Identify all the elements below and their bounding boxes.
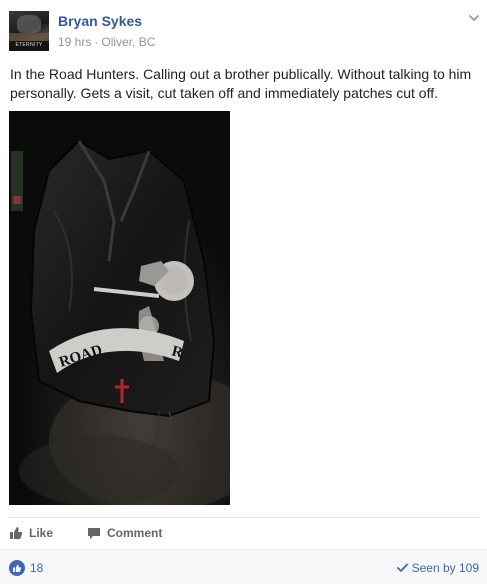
like-reaction-icon[interactable] <box>9 560 25 576</box>
comment-button[interactable]: Comment <box>87 525 162 541</box>
seen-by-label: Seen by 109 <box>411 561 479 575</box>
post-location[interactable]: Oliver, BC <box>101 35 155 49</box>
like-count[interactable]: 18 <box>30 561 43 575</box>
leather-vest-photo-icon: ROAD R <box>9 111 230 505</box>
meta-separator: · <box>94 35 99 49</box>
comment-icon <box>88 528 100 539</box>
feed-post: ETERNITY Bryan Sykes 19 hrs · Oliver, BC I… <box>0 0 487 584</box>
checkmark-icon <box>396 563 408 572</box>
comment-label: Comment <box>107 526 163 540</box>
actions-divider <box>9 517 479 518</box>
post-text: In the Road Hunters. Calling out a broth… <box>10 66 472 101</box>
avatar-band <box>9 33 49 41</box>
post-footer: 18 Seen by 109 <box>0 549 487 584</box>
post-photo[interactable]: ROAD R <box>9 111 230 505</box>
avatar-face <box>17 15 41 33</box>
like-label: Like <box>29 526 54 540</box>
like-button[interactable]: Like <box>9 525 53 541</box>
thumbs-up-icon <box>10 527 23 539</box>
author-name[interactable]: Bryan Sykes <box>58 13 142 29</box>
post-meta: 19 hrs · Oliver, BC <box>58 35 155 49</box>
post-timestamp[interactable]: 19 hrs <box>58 35 91 49</box>
avatar-caption: ETERNITY <box>15 42 43 48</box>
seen-by[interactable]: Seen by 109 <box>396 561 479 575</box>
chevron-down-icon[interactable] <box>469 13 479 23</box>
avatar[interactable]: ETERNITY <box>9 11 49 51</box>
